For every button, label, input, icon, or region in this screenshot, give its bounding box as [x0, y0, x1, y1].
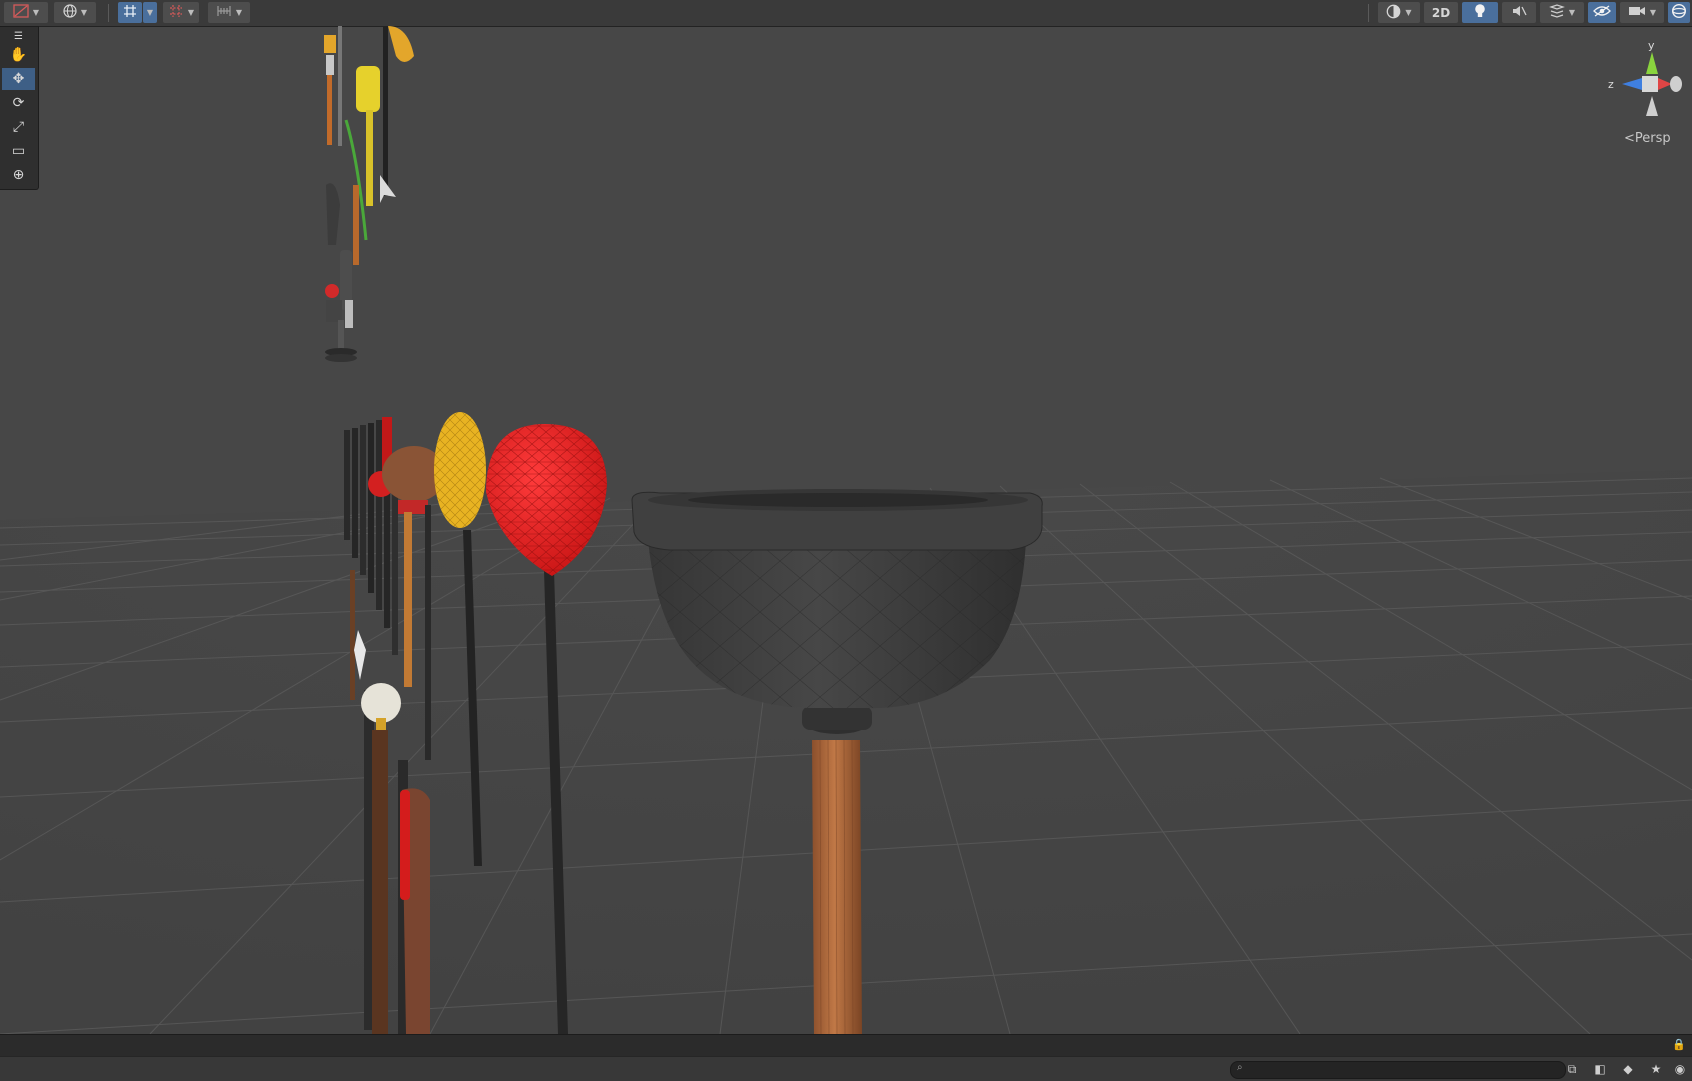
camera-icon	[1628, 5, 1646, 20]
projection-toggle[interactable]: <Persp	[1624, 131, 1671, 146]
transform-tools-panel: ☰ ✋ ✥ ⟳ ⤢ ▭ ⊕	[0, 26, 39, 190]
x-axis-cone[interactable]	[1658, 78, 1672, 90]
audio-toggle[interactable]	[1502, 2, 1536, 23]
search-field[interactable]: ⌕	[1230, 1061, 1566, 1079]
scale-icon: ⤢	[12, 119, 25, 135]
chevron-down-icon: ▼	[80, 8, 88, 17]
chevron-down-icon: ▼	[1405, 8, 1412, 17]
move-tool-button[interactable]: ✥	[2, 68, 35, 90]
mode-2d-toggle[interactable]: 2D	[1424, 2, 1458, 23]
shading-mode-dropdown[interactable]: ▼	[1378, 2, 1420, 23]
snap-increment-dropdown[interactable]: ▼	[163, 2, 199, 23]
chevron-down-icon: ▼	[235, 8, 243, 17]
tag-icon[interactable]: ◆	[1618, 1060, 1638, 1078]
chevron-down-icon: ▼	[1649, 8, 1657, 17]
chevron-down-icon: ▼	[146, 8, 154, 17]
rect-transform-icon: ▭	[11, 143, 26, 159]
gizmo-z-label: z	[1608, 78, 1614, 91]
ruler-dropdown[interactable]: ▼	[208, 2, 250, 23]
camera-dropdown[interactable]: ▼	[1620, 2, 1664, 23]
ruler-icon	[216, 4, 232, 21]
status-bar: 🔒	[0, 1034, 1692, 1057]
gizmos-toggle[interactable]	[1668, 2, 1690, 23]
rotate-tool-button[interactable]: ⟳	[2, 92, 35, 114]
visibility-toggle[interactable]	[1588, 2, 1616, 23]
visibility-icon	[1593, 5, 1611, 20]
move-icon: ✥	[12, 71, 25, 87]
chevron-down-icon: ▼	[1568, 8, 1576, 17]
global-orientation-dropdown[interactable]: ▼	[54, 2, 96, 23]
lighting-toggle[interactable]	[1462, 2, 1498, 23]
grid-snap-button[interactable]	[118, 2, 142, 23]
bottom-bar: ⌕ ⧉ ◧ ◆ ★ ◉	[0, 1056, 1692, 1081]
audio-icon	[1511, 4, 1527, 21]
panel-handle-icon[interactable]: ☰	[2, 29, 35, 43]
chevron-down-icon: ▼	[32, 8, 40, 17]
z-axis-cone[interactable]	[1622, 78, 1642, 90]
chevron-left-icon: <	[1624, 131, 1635, 146]
gizmos-icon	[1671, 3, 1687, 22]
rect-tool-button[interactable]: ▭	[2, 140, 35, 162]
scene-toolbar: ▼ ▼ ▼ ▼ ▼ ▼ 2D ▼ ▼	[0, 0, 1692, 27]
lock-icon[interactable]: 🔒	[1672, 1038, 1686, 1051]
hand-tool-button[interactable]: ✋	[2, 44, 35, 66]
grid-snap-icon	[122, 3, 138, 22]
grid-snap-dropdown[interactable]: ▼	[143, 2, 157, 23]
toolbar-separator	[108, 4, 109, 22]
global-orientation-icon	[63, 4, 77, 21]
prop-cluster-upper	[324, 26, 414, 362]
neg-x-axis-cone[interactable]	[1670, 76, 1682, 92]
filter-by-type-icon[interactable]: ◧	[1590, 1060, 1610, 1078]
neg-y-axis-cone[interactable]	[1646, 96, 1658, 116]
gizmo-y-label: y	[1648, 39, 1655, 52]
scene-viewport[interactable]	[0, 26, 1692, 1034]
orientation-gizmo[interactable]: y z	[1600, 38, 1688, 120]
hand-icon: ✋	[9, 47, 28, 63]
scene-render	[0, 26, 1692, 1034]
scale-tool-button[interactable]: ⤢	[2, 116, 35, 138]
y-axis-cone[interactable]	[1646, 52, 1658, 74]
snap-increment-icon	[168, 3, 184, 22]
transform-tool-button[interactable]: ⊕	[2, 164, 35, 186]
shading-sphere-icon	[1386, 4, 1401, 22]
scene-search-icon[interactable]: ⧉	[1562, 1060, 1582, 1078]
chevron-down-icon: ▼	[187, 8, 195, 17]
transform-icon: ⊕	[12, 167, 25, 183]
effects-icon	[1549, 4, 1565, 21]
visibility-icon[interactable]: ◉	[1670, 1060, 1690, 1078]
light-bulb-icon	[1474, 3, 1486, 22]
draw-mode-dropdown[interactable]: ▼	[4, 2, 48, 23]
gizmo-center-cube[interactable]	[1642, 76, 1658, 92]
toolbar-separator	[1368, 4, 1369, 22]
rotate-icon: ⟳	[12, 95, 25, 111]
search-icon: ⌕	[1237, 1062, 1243, 1073]
favorite-star-icon[interactable]: ★	[1646, 1060, 1666, 1078]
effects-dropdown[interactable]: ▼	[1540, 2, 1584, 23]
draw-mode-icon	[13, 4, 29, 21]
projection-label: Persp	[1634, 131, 1671, 146]
